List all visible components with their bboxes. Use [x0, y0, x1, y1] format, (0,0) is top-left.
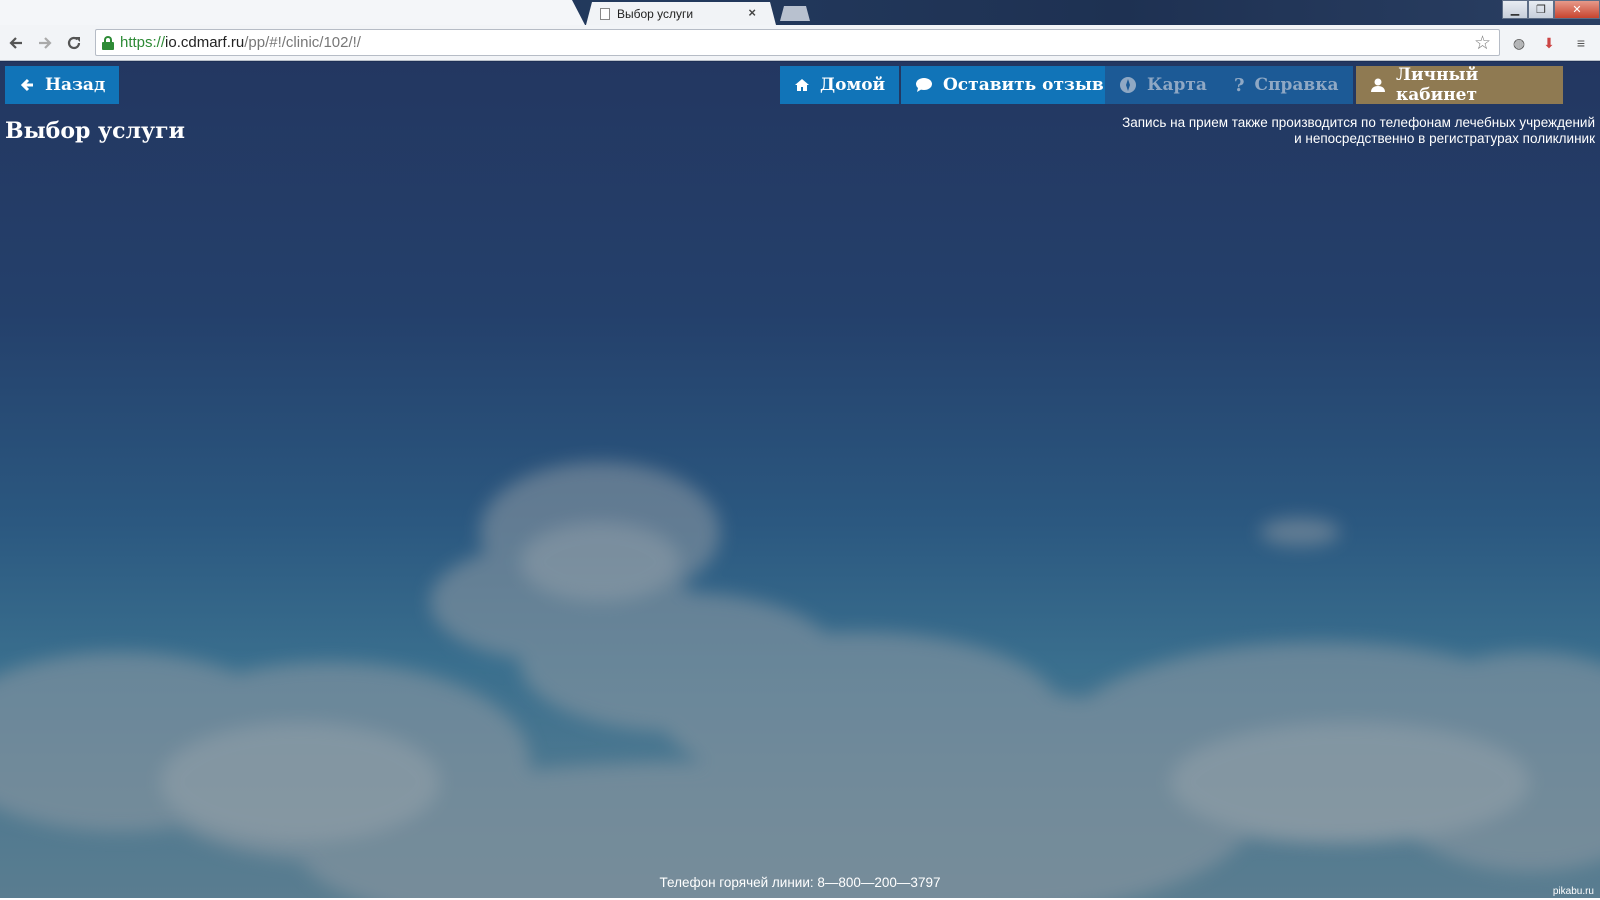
- help-button[interactable]: ? Справка: [1220, 66, 1353, 104]
- address-bar[interactable]: https://io.cdmarf.ru/pp/#!/clinic/102/!/…: [95, 29, 1500, 56]
- tab-close-icon[interactable]: ×: [748, 5, 756, 20]
- browser-back-button[interactable]: [4, 31, 28, 55]
- home-icon: [794, 77, 810, 93]
- arrow-left-icon: [19, 77, 35, 93]
- page-icon: [600, 7, 610, 20]
- lock-icon: [102, 35, 114, 50]
- compass-icon: [1119, 76, 1137, 94]
- watermark: pikabu.ru: [1552, 886, 1594, 897]
- url-path: /pp/#!/clinic/102/!/: [244, 34, 361, 51]
- feedback-button-label: Оставить отзыв: [943, 75, 1104, 95]
- help-button-label: Справка: [1254, 75, 1339, 95]
- new-tab-button[interactable]: [780, 6, 810, 21]
- arrow-left-icon: [9, 37, 22, 49]
- extension-icon[interactable]: ◍: [1510, 34, 1528, 52]
- browser-toolbar: https://io.cdmarf.ru/pp/#!/clinic/102/!/…: [0, 25, 1600, 61]
- url-scheme: https://: [120, 34, 166, 51]
- menu-icon[interactable]: ≡: [1572, 34, 1590, 52]
- notice-line-2: и непосредственно в регистратурах поликл…: [1294, 131, 1595, 146]
- browser-forward-button[interactable]: [33, 31, 57, 55]
- download-icon[interactable]: ⬇: [1540, 34, 1558, 52]
- browser-reload-button[interactable]: [62, 31, 86, 55]
- back-button[interactable]: Назад: [5, 66, 120, 104]
- bookmark-star-icon[interactable]: ☆: [1474, 32, 1491, 55]
- feedback-button[interactable]: Оставить отзыв: [901, 66, 1118, 104]
- tab-title: Выбор услуги: [617, 6, 694, 21]
- reload-icon: [67, 36, 81, 50]
- personal-cabinet-button[interactable]: Личный кабинет: [1356, 65, 1563, 105]
- page-title: Выбор услуги: [5, 118, 185, 144]
- back-button-label: Назад: [45, 75, 106, 95]
- arrow-right-icon: [39, 37, 52, 49]
- user-icon: [1370, 77, 1386, 93]
- window-controls: ▁ ❐ ✕: [1502, 0, 1600, 19]
- browser-tab-inactive[interactable]: [0, 0, 585, 25]
- appointment-notice: Запись на прием также производится по те…: [1122, 115, 1595, 147]
- hotline-footer: Телефон горячей линии: 8—800—200—3797: [659, 875, 941, 890]
- clouds-background: [0, 462, 1600, 900]
- home-button[interactable]: Домой: [780, 66, 900, 104]
- question-icon: ?: [1234, 74, 1245, 96]
- map-button[interactable]: Карта: [1105, 66, 1221, 104]
- page-body: Назад Домой Оставить отзыв Карта ? Справ…: [0, 62, 1600, 900]
- map-button-label: Карта: [1147, 75, 1207, 95]
- home-button-label: Домой: [820, 75, 886, 95]
- window-close-button[interactable]: ✕: [1554, 0, 1600, 19]
- browser-tab-active[interactable]: Выбор услуги ×: [586, 2, 776, 25]
- personal-cabinet-button-label: Личный кабинет: [1396, 65, 1479, 105]
- minimize-button[interactable]: ▁: [1502, 0, 1528, 19]
- browser-tabstrip: Выбор услуги × ▁ ❐ ✕: [0, 0, 1600, 25]
- notice-line-1: Запись на прием также производится по те…: [1122, 115, 1595, 130]
- url-host: io.cdmarf.ru: [165, 34, 245, 51]
- maximize-button[interactable]: ❐: [1528, 0, 1554, 19]
- comment-icon: [915, 77, 933, 93]
